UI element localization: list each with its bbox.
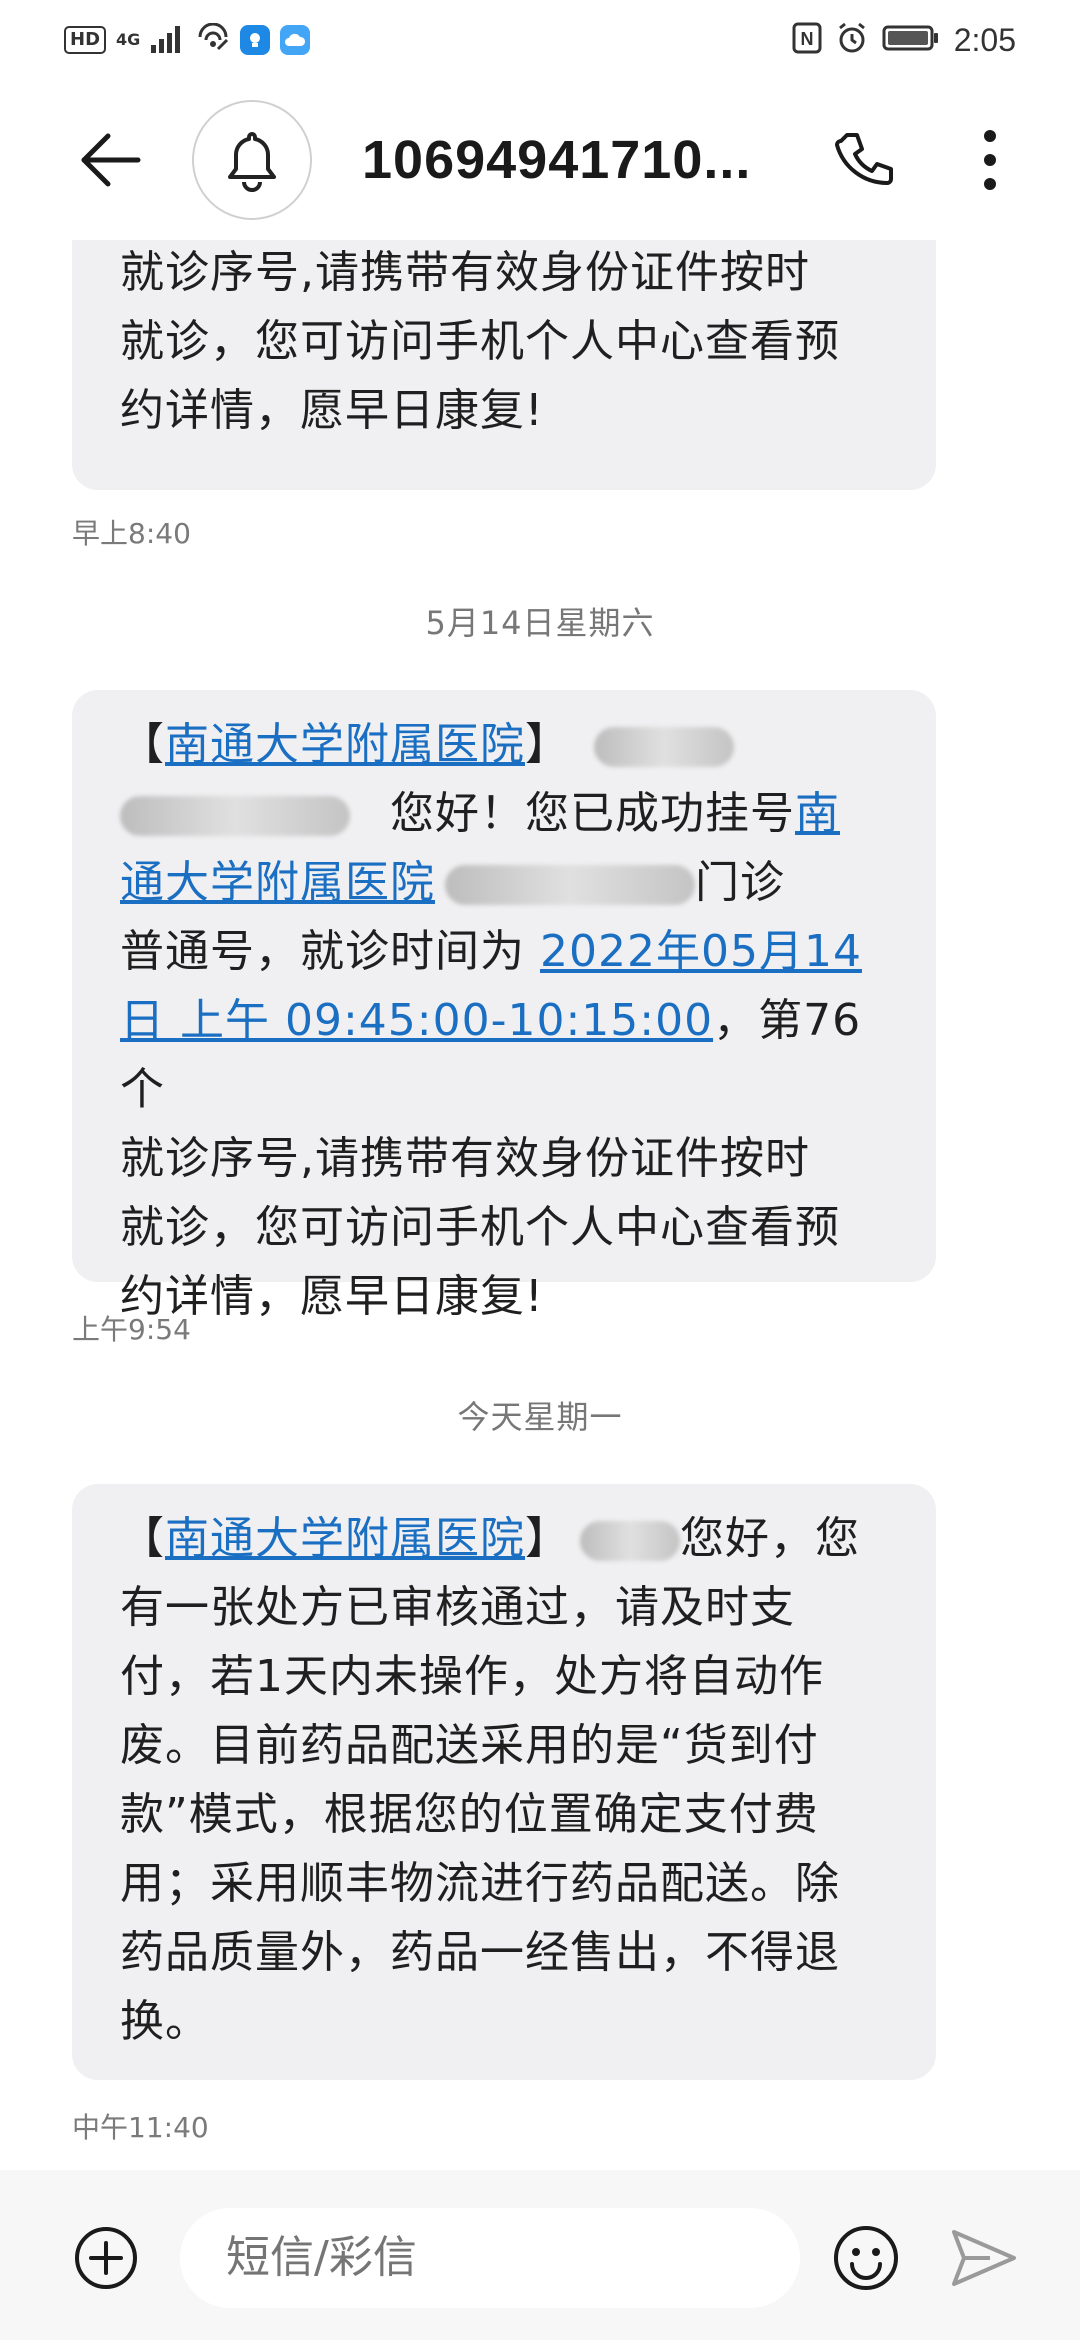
message-bubble[interactable]: 【南通大学附属医院】 您好！您已成功挂号南 通大学附属医院 门诊 普通号，就诊时间… [72,690,936,1322]
message-line: 有一张处方已审核通过，请及时支 [120,1582,795,1633]
greeting-text: 您好，您 [680,1513,860,1564]
hospital-link[interactable]: 南通大学附属医院 [165,719,525,770]
message-bubble[interactable]: 【南通大学附属医院】 您好，您 有一张处方已审核通过，请及时支 付，若1天内未操作… [72,1484,936,2080]
date-separator: 今天星期一 [457,1398,623,1436]
message-line: 款”模式，根据您的位置确定支付费 [120,1789,819,1840]
status-right: N 2:05 [792,20,1016,60]
message-line: 用；采用顺丰物流进行药品配送。除 [120,1858,840,1909]
message-composer [0,2170,1080,2340]
message-line: 废。目前药品配送采用的是“货到付 [120,1720,819,1771]
message-list[interactable]: 就诊序号,请携带有效身份证件按时 就诊，您可访问手机个人中心查看预 约详情，愿早… [0,240,1080,2170]
redacted-name [594,727,734,767]
redacted-text [120,796,350,836]
message-line: 就诊，您可访问手机个人中心查看预 [120,1202,840,1253]
message-time: 早上8:40 [72,517,191,550]
call-button[interactable] [822,118,906,202]
send-icon [952,2230,1016,2286]
hospital-link[interactable]: 通大学附属医院 [120,857,435,908]
cloud-app-icon [280,25,311,55]
phone-icon [835,133,893,185]
date-separator: 5月14日星期六 [425,604,655,642]
message-text: 就诊序号,请携带有效身份证件按时 就诊，您可访问手机个人中心查看预 约详情，愿早… [120,240,896,445]
message-time: 中午11:40 [72,2111,209,2144]
battery-icon [882,24,940,56]
add-attachment-button[interactable] [70,2222,142,2294]
nfc-icon: N [792,22,822,58]
app-notification-icon [240,25,271,55]
alarm-icon [836,22,868,58]
message-line: 换。 [120,1996,210,2047]
bracket: 【 [120,719,165,770]
contact-title: 10694941710... [362,130,752,190]
status-left: HD 4G [64,20,311,60]
message-line: 就诊序号,请携带有效身份证件按时 [120,1133,810,1184]
contact-avatar[interactable] [192,100,312,220]
message-line: 药品质量外，药品一经售出，不得退 [120,1927,840,1978]
svg-text:N: N [800,29,813,49]
date-link[interactable]: 日 上午 09:45:00-10:15:00 [120,995,713,1046]
message-text: 【南通大学附属医院】 您好！您已成功挂号南 通大学附属医院 门诊 普通号，就诊时间… [120,710,896,1331]
bell-icon [228,132,276,192]
status-bar: HD 4G N 2:05 [0,0,1080,80]
hotspot-icon [196,22,230,57]
message-line: 约详情，愿早日康复! [120,385,544,436]
message-bubble[interactable]: 就诊序号,请携带有效身份证件按时 就诊，您可访问手机个人中心查看预 约详情，愿早… [72,240,936,490]
message-line: 就诊序号,请携带有效身份证件按时 [120,247,810,298]
message-input[interactable] [180,2208,800,2308]
hospital-link[interactable]: 南 [795,788,840,839]
back-arrow-icon [81,133,141,187]
message-line: 付，若1天内未操作，处方将自动作 [120,1651,824,1702]
bracket: 】 [525,719,570,770]
network-type: 4G [116,30,141,49]
emoji-button[interactable] [828,2220,904,2296]
more-vertical-icon [984,130,996,190]
greeting-text: 您好！您已成功挂号 [390,788,795,839]
hospital-link[interactable]: 南通大学附属医院 [165,1513,525,1564]
back-button[interactable] [70,120,150,200]
bracket: 】 [525,1513,570,1564]
redacted-dept [445,865,695,905]
signal-icon [150,23,186,57]
more-options-button[interactable] [960,118,1020,202]
hd-badge: HD [64,26,107,54]
date-link[interactable]: 2022年05月14 [540,926,862,977]
redacted-name [580,1521,680,1561]
message-line: 就诊，您可访问手机个人中心查看预 [120,316,840,367]
plus-circle-icon [75,2227,137,2289]
message-time: 上午9:54 [72,1313,191,1346]
type-text: 普通号，就诊时间为 [120,926,540,977]
clock-time: 2:05 [953,21,1016,58]
dept-text: 门诊 [695,857,785,908]
emoji-icon [834,2226,898,2290]
bracket: 【 [120,1513,165,1564]
message-text: 【南通大学附属医院】 您好，您 有一张处方已审核通过，请及时支 付，若1天内未操作… [120,1504,896,2056]
conversation-header: 10694941710... [0,80,1080,240]
send-button[interactable] [946,2220,1022,2296]
